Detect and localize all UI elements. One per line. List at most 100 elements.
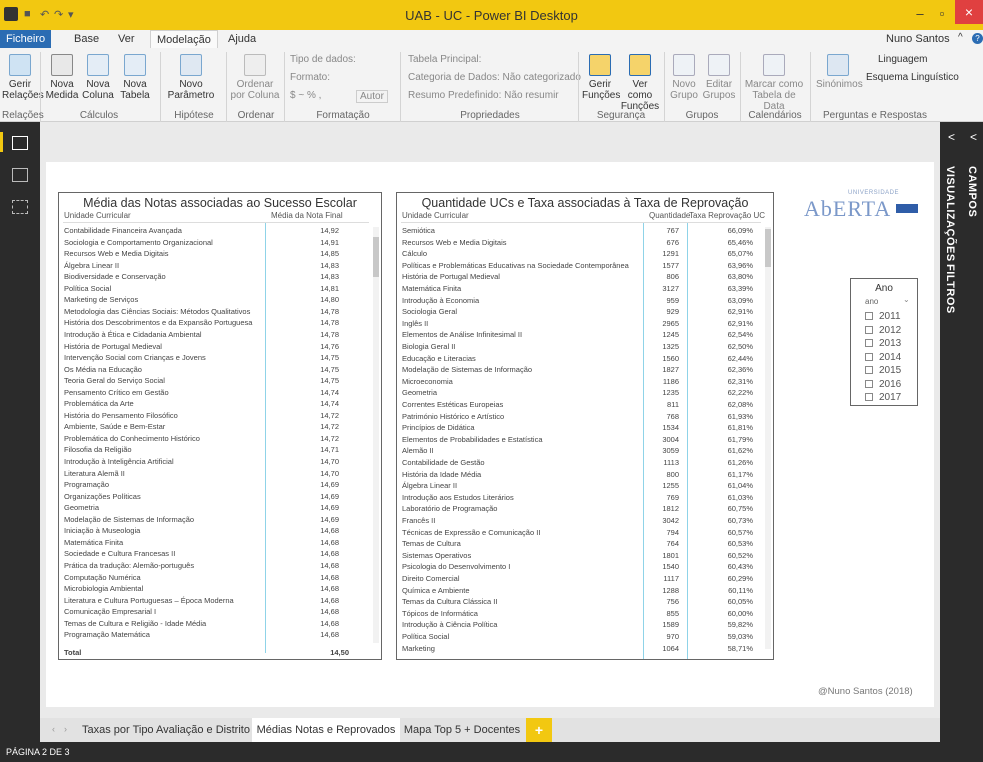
table-row[interactable]: Marketing de Serviços 14,80 <box>59 295 369 304</box>
table-row[interactable]: Os Média na Educação 14,75 <box>59 365 369 374</box>
novo-parametro-button[interactable]: Novo Parâmetro <box>166 54 216 101</box>
filtros-panel-tab[interactable]: FILTROS <box>944 264 956 314</box>
table-row[interactable]: Prática da tradução: Alemão-português 14,… <box>59 561 369 570</box>
table-row[interactable]: Francês II 3042 60,73% <box>397 516 763 525</box>
novo-grupo-button[interactable]: Novo Grupo <box>668 54 700 101</box>
checkbox-icon[interactable] <box>865 366 873 375</box>
relationship-view-icon[interactable] <box>12 200 28 214</box>
add-page-button[interactable]: + <box>526 718 552 742</box>
table-row[interactable]: Matemática Finita 14,68 <box>59 538 369 547</box>
table-row[interactable]: Política Social 14,81 <box>59 284 369 293</box>
table-row[interactable]: Comunicação Empresarial I 14,68 <box>59 607 369 616</box>
nova-tabela-button[interactable]: Nova Tabela <box>116 54 154 101</box>
table-row[interactable]: Sociologia e Comportamento Organizaciona… <box>59 238 369 247</box>
table-row[interactable]: Pensamento Crítico em Gestão 14,74 <box>59 388 369 397</box>
report-view-icon[interactable] <box>0 132 3 152</box>
table-row[interactable]: Geometria 14,69 <box>59 503 369 512</box>
next-page-icon[interactable]: › <box>64 724 67 734</box>
autor-stepper[interactable]: Autor <box>356 90 388 103</box>
gerir-funcoes-button[interactable]: Gerir Funções <box>582 54 620 101</box>
table-row[interactable]: Teoria Geral do Serviço Social 14,75 <box>59 376 369 385</box>
nova-medida-button[interactable]: Nova Medida <box>44 54 80 101</box>
table-row[interactable]: Álgebra Linear II 1255 61,04% <box>397 481 763 490</box>
table-row[interactable]: História de Portugal Medieval 806 63,80% <box>397 272 763 281</box>
page-tab-taxas[interactable]: Taxas por Tipo Avaliação e Distrito <box>82 718 250 742</box>
table-row[interactable]: Programação Matemática 14,68 <box>59 630 369 639</box>
resumo-predefinido-dropdown[interactable]: Resumo Predefinido: Não resumir <box>408 90 559 101</box>
table-row[interactable]: História do Pensamento Filosófico 14,72 <box>59 411 369 420</box>
table-row[interactable]: Alemão II 3059 61,62% <box>397 446 763 455</box>
categoria-dados-dropdown[interactable]: Categoria de Dados: Não categorizado <box>408 72 581 83</box>
table-row[interactable]: Modelação de Sistemas de Informação 14,69 <box>59 515 369 524</box>
scrollbar-thumb[interactable] <box>373 237 379 277</box>
table-row[interactable]: Modelação de Sistemas de Informação 1827 6… <box>397 365 763 374</box>
gerir-relacoes-button[interactable]: Gerir Relações <box>2 54 44 101</box>
slicer-item[interactable]: 2015 <box>865 365 901 376</box>
table-row[interactable]: Recursos Web e Media Digitais 14,85 <box>59 249 369 258</box>
table-row[interactable]: Filosofia da Religião 14,71 <box>59 445 369 454</box>
table-row[interactable]: Introdução à Economia 959 63,09% <box>397 296 763 305</box>
marcar-tabela-data-button[interactable]: Marcar como Tabela de Data <box>742 54 806 112</box>
checkbox-icon[interactable] <box>865 379 873 388</box>
table-row[interactable]: Problemática do Conhecimento Histórico 14… <box>59 434 369 443</box>
table-row[interactable]: História da Idade Média 800 61,17% <box>397 470 763 479</box>
linguagem-dropdown[interactable]: Linguagem <box>878 54 927 65</box>
checkbox-icon[interactable] <box>865 393 873 402</box>
table-row[interactable]: Microeconomia 1186 62,31% <box>397 377 763 386</box>
table-row[interactable]: Introdução à Ética e Cidadania Ambiental… <box>59 330 369 339</box>
table-row[interactable]: Iniciação à Museologia 14,68 <box>59 526 369 535</box>
tab-base[interactable]: Base <box>68 30 105 48</box>
table-row[interactable]: Laboratório de Programação 1812 60,75% <box>397 504 763 513</box>
table-row[interactable]: Introdução à Ciência Política 1589 59,82% <box>397 620 763 629</box>
slicer-item[interactable]: 2016 <box>865 379 901 390</box>
table-row[interactable]: Problemática da Arte 14,74 <box>59 399 369 408</box>
table-row[interactable]: Elementos de Probabilidades e Estatístic… <box>397 435 763 444</box>
table-row[interactable]: Técnicas de Expressão e Comunicação II 79… <box>397 528 763 537</box>
table-row[interactable]: Direito Comercial 1117 60,29% <box>397 574 763 583</box>
chevron-down-icon[interactable]: ⌄ <box>903 295 910 304</box>
visualizacoes-panel-tab[interactable]: VISUALIZAÇÕES <box>944 166 956 262</box>
chevron-up-icon[interactable]: ^ <box>958 32 963 43</box>
slicer-item[interactable]: 2014 <box>865 352 901 363</box>
table-row[interactable]: Política Social 970 59,03% <box>397 632 763 641</box>
tabela-principal-dropdown[interactable]: Tabela Principal: <box>408 54 481 65</box>
tab-modelacao[interactable]: Modelação <box>150 30 218 48</box>
table-row[interactable]: Políticas e Problemáticas Educativas na … <box>397 261 763 270</box>
table-row[interactable]: História de Portugal Medieval 14,76 <box>59 342 369 351</box>
table-row[interactable]: Organizações Políticas 14,69 <box>59 492 369 501</box>
table-row[interactable]: Introdução aos Estudos Literários 769 61,0… <box>397 493 763 502</box>
page-tab-mapa[interactable]: Mapa Top 5 + Docentes <box>402 718 522 742</box>
table-row[interactable]: Metodologia das Ciências Sociais: Método… <box>59 307 369 316</box>
checkbox-icon[interactable] <box>865 352 873 361</box>
tab-ficheiro[interactable]: Ficheiro <box>0 30 52 48</box>
table-row[interactable]: Marketing 1064 58,71% <box>397 644 763 653</box>
table-row[interactable]: Introdução à Inteligência Artificial 14,7… <box>59 457 369 466</box>
checkbox-icon[interactable] <box>865 339 873 348</box>
table-taxa-reprovacao[interactable]: Quantidade UCs e Taxa associadas à Taxa … <box>396 192 774 660</box>
table-row[interactable]: Literatura e Cultura Portuguesas – Época… <box>59 596 369 605</box>
table-row[interactable]: Álgebra Linear II 14,83 <box>59 261 369 270</box>
table-row[interactable]: Intervenção Social com Crianças e Jovens… <box>59 353 369 362</box>
formato-dropdown[interactable]: Formato: <box>290 72 330 83</box>
tab-ver[interactable]: Ver <box>112 30 141 48</box>
nova-coluna-button[interactable]: Nova Coluna <box>80 54 116 101</box>
close-button[interactable]: × <box>955 0 983 24</box>
collapse-visualizacoes-icon[interactable]: < <box>948 130 955 144</box>
table-row[interactable]: Sociologia Geral 929 62,91% <box>397 307 763 316</box>
table-row[interactable]: Cálculo 1291 65,07% <box>397 249 763 258</box>
minimize-button[interactable]: – <box>910 4 930 24</box>
data-view-icon[interactable] <box>12 168 28 182</box>
table-row[interactable]: Correntes Estéticas Europeias 811 62,08% <box>397 400 763 409</box>
table-row[interactable]: Património Histórico e Artístico 768 61,93… <box>397 412 763 421</box>
slicer-ano[interactable]: Ano ano ⌄ 2011 2012 2013 2014 2015 2016 2017 <box>850 278 918 406</box>
table-row[interactable]: Microbiologia Ambiental 14,68 <box>59 584 369 593</box>
table-row[interactable]: Ambiente, Saúde e Bem-Estar 14,72 <box>59 422 369 431</box>
campos-panel-tab[interactable]: CAMPOS <box>966 166 978 217</box>
help-icon[interactable]: ? <box>972 33 983 44</box>
slicer-item[interactable]: 2013 <box>865 338 901 349</box>
slicer-item[interactable]: 2011 <box>865 311 901 322</box>
table-row[interactable]: Psicologia do Desenvolvimento I 1540 60,43… <box>397 562 763 571</box>
table-row[interactable]: Computação Numérica 14,68 <box>59 573 369 582</box>
ordenar-por-coluna-button[interactable]: Ordenar por Coluna <box>230 54 280 101</box>
table-row[interactable]: Educação e Literacias 1560 62,44% <box>397 354 763 363</box>
